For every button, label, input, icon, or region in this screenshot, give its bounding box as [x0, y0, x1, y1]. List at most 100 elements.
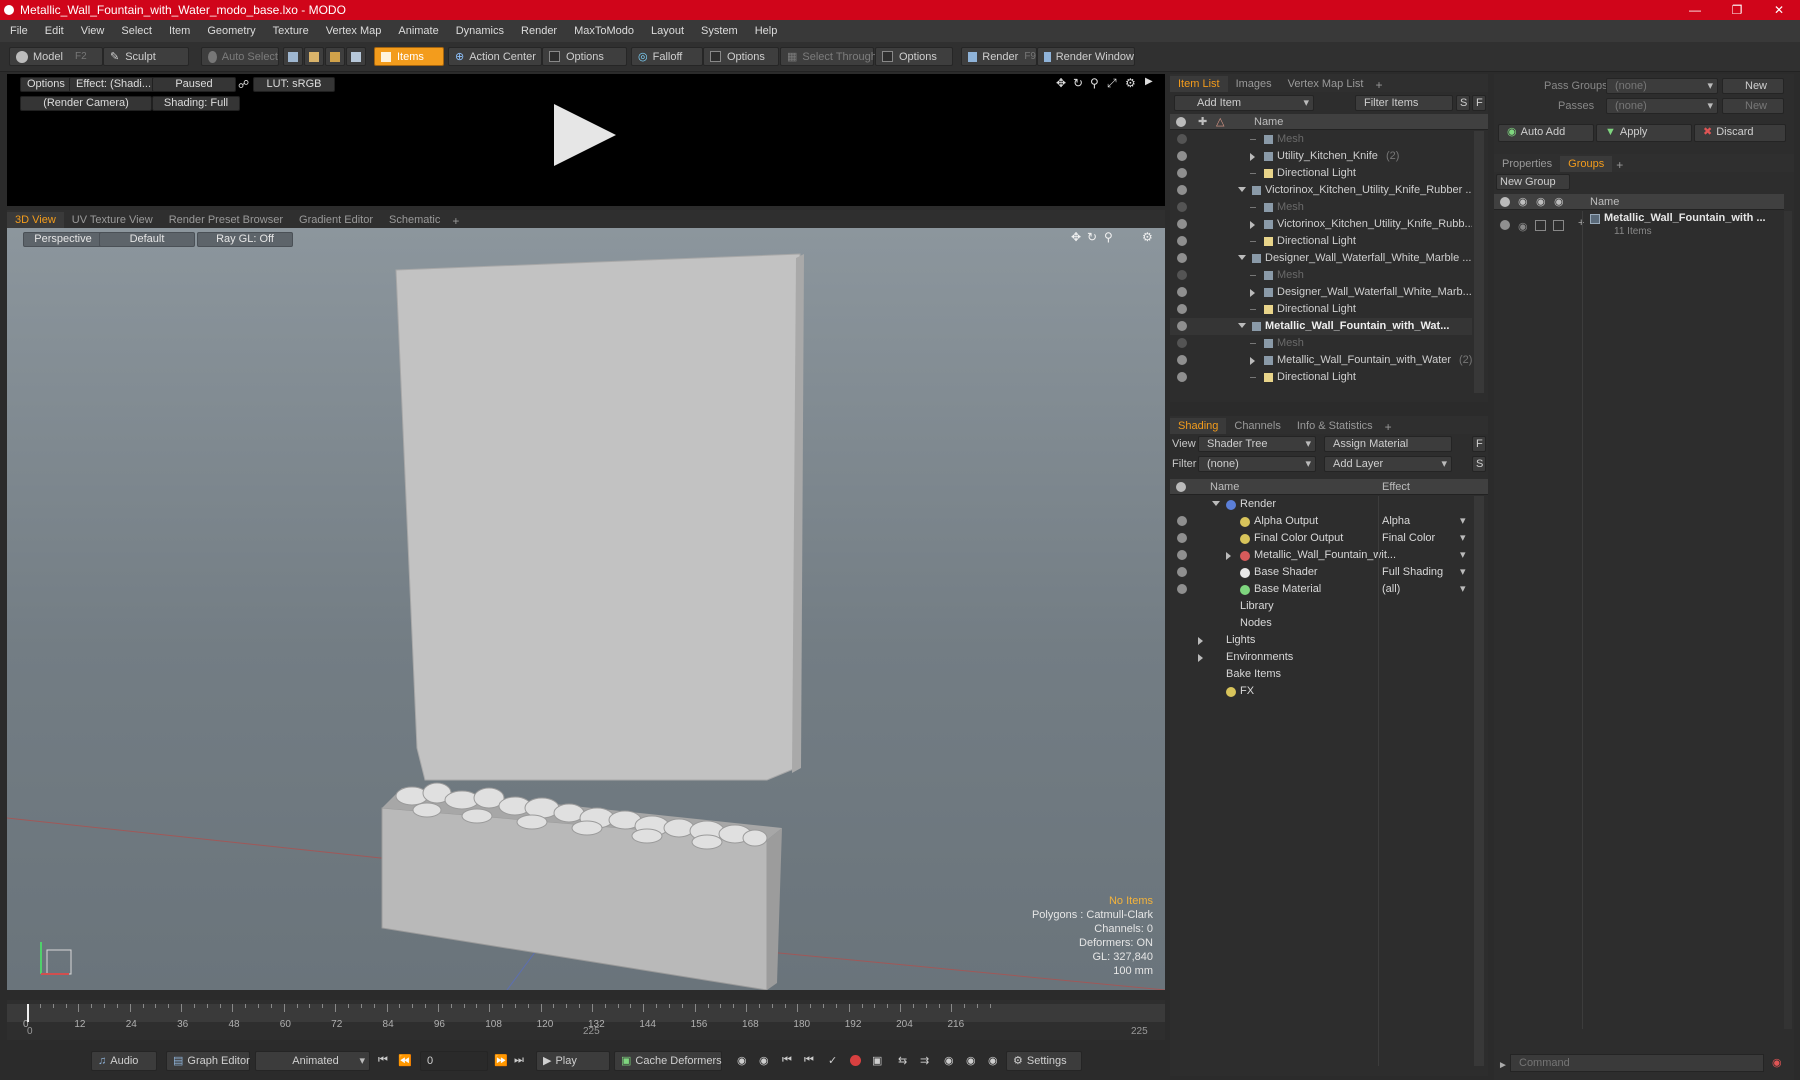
timeline[interactable]: 0 12 24 36 48 60 72 84 96 108 120 132 144 156 168 180 19…: [7, 1000, 1165, 1040]
render-window-button[interactable]: Render Window: [1037, 47, 1135, 66]
visibility-eye-icon[interactable]: [1177, 185, 1187, 195]
effect-dropdown-arrow-icon[interactable]: ▾: [1460, 581, 1466, 598]
loop-icon[interactable]: ⇆: [898, 1054, 907, 1067]
refresh-icon[interactable]: ↻: [1073, 76, 1083, 90]
visibility-eye-icon[interactable]: [1177, 134, 1187, 144]
expand-right-icon[interactable]: [1250, 221, 1255, 229]
discard-button[interactable]: ✖ Discard: [1694, 124, 1786, 142]
passes-dropdown[interactable]: (none) ▾: [1606, 98, 1718, 114]
visibility-eye-icon[interactable]: [1177, 168, 1187, 178]
keyframe-remove-icon[interactable]: ◉: [966, 1054, 976, 1067]
animated-dropdown[interactable]: Animated ▾: [255, 1051, 370, 1071]
tab-uv-texture-view[interactable]: UV Texture View: [64, 212, 161, 228]
pan-icon[interactable]: ✥: [1056, 76, 1066, 90]
new-pass-group-button[interactable]: New: [1722, 78, 1784, 94]
polygon-mode-button[interactable]: [325, 47, 345, 66]
tab-render-preset-browser[interactable]: Render Preset Browser: [161, 212, 291, 228]
group-render-checkbox[interactable]: ◉: [1518, 220, 1528, 233]
audio-button[interactable]: ♫ Audio: [91, 1051, 157, 1071]
add-layer-dropdown[interactable]: Add Layer ▾: [1324, 456, 1452, 472]
table-row[interactable]: Bake Items: [1170, 666, 1472, 683]
key-all-icon[interactable]: ◉: [759, 1054, 769, 1067]
edge-mode-button[interactable]: [304, 47, 324, 66]
list-item[interactable]: Mesh: [1170, 131, 1472, 148]
effect-dropdown-arrow-icon[interactable]: ▾: [1460, 530, 1466, 547]
zoom-icon[interactable]: ⚲: [1090, 76, 1099, 90]
gear-icon[interactable]: ⚙: [1125, 76, 1136, 90]
visibility-eye-icon[interactable]: [1177, 550, 1187, 560]
list-item[interactable]: Utility_Kitchen_Knife (2): [1170, 148, 1472, 165]
record-icon[interactable]: [850, 1055, 861, 1066]
menu-help[interactable]: Help: [755, 25, 778, 37]
prev-frame-icon[interactable]: ⏪: [398, 1054, 412, 1067]
render-camera-dropdown[interactable]: (Render Camera): [20, 96, 152, 111]
go-start-icon[interactable]: ⏮: [378, 1054, 388, 1067]
render-button[interactable]: Render F9: [961, 47, 1037, 66]
frame-field[interactable]: 0: [420, 1051, 488, 1071]
select-through-options-button[interactable]: Options: [875, 47, 953, 66]
menu-system[interactable]: System: [701, 25, 738, 37]
group-visibility-icon[interactable]: [1500, 220, 1510, 230]
step-icon[interactable]: ⇉: [920, 1054, 929, 1067]
visibility-eye-icon[interactable]: [1177, 236, 1187, 246]
effect-value[interactable]: Alpha: [1382, 513, 1410, 530]
assign-material-button[interactable]: Assign Material: [1324, 436, 1452, 452]
tab-groups[interactable]: Groups: [1560, 156, 1613, 172]
visibility-eye-icon[interactable]: [1177, 372, 1187, 382]
list-item[interactable]: Designer_Wall_Waterfall_White_Marble ...: [1170, 250, 1472, 267]
expand-down-icon[interactable]: [1238, 323, 1246, 328]
add-tab-icon[interactable]: +: [1385, 420, 1392, 434]
raygl-dropdown[interactable]: Ray GL: Off: [197, 232, 293, 247]
menu-geometry[interactable]: Geometry: [207, 25, 255, 37]
go-end-icon[interactable]: ⏭: [514, 1054, 524, 1067]
list-item[interactable]: Victorinox_Kitchen_Utility_Knife_Rubb...: [1170, 216, 1472, 233]
visibility-eye-icon[interactable]: [1177, 567, 1187, 577]
fit-icon[interactable]: ⤢: [1107, 76, 1117, 91]
menu-maxtomodo[interactable]: MaxToModo: [574, 25, 634, 37]
add-tab-icon[interactable]: +: [452, 214, 459, 228]
group-lock-checkbox[interactable]: [1535, 220, 1546, 231]
filter-s-button[interactable]: S: [1456, 95, 1470, 111]
menu-texture[interactable]: Texture: [273, 25, 309, 37]
filter-f-button[interactable]: F: [1472, 95, 1486, 111]
table-row[interactable]: Alpha Output Alpha ▾: [1170, 513, 1472, 530]
tab-images[interactable]: Images: [1228, 76, 1280, 92]
expand-down-icon[interactable]: [1212, 501, 1220, 506]
zoom-icon[interactable]: ⚲: [1104, 230, 1113, 244]
play-icon[interactable]: [554, 104, 616, 166]
tab-info-statistics[interactable]: Info & Statistics: [1289, 418, 1381, 434]
visibility-eye-icon[interactable]: [1177, 338, 1187, 348]
menu-vertex-map[interactable]: Vertex Map: [326, 25, 382, 37]
cache-deformers-button[interactable]: ▣ Cache Deformers: [614, 1051, 722, 1071]
expand-right-icon[interactable]: [1198, 637, 1203, 645]
menu-render[interactable]: Render: [521, 25, 557, 37]
list-item[interactable]: Victorinox_Kitchen_Utility_Knife_Rubber …: [1170, 182, 1472, 199]
menu-edit[interactable]: Edit: [45, 25, 64, 37]
falloff-button[interactable]: ◎ Falloff: [631, 47, 703, 66]
table-row[interactable]: Metallic_Wall_Fountain_wit... ▾: [1170, 547, 1472, 564]
preview-paused-toggle[interactable]: Paused: [152, 77, 236, 92]
tab-gradient-editor[interactable]: Gradient Editor: [291, 212, 381, 228]
keyframe-add-icon[interactable]: ◉: [944, 1054, 954, 1067]
tab-vertex-map-list[interactable]: Vertex Map List: [1280, 76, 1372, 92]
table-row[interactable]: Lights: [1170, 632, 1472, 649]
list-item[interactable]: Mesh: [1170, 199, 1472, 216]
visibility-eye-icon[interactable]: [1177, 584, 1187, 594]
next-key-icon[interactable]: ⏮: [804, 1054, 814, 1067]
command-history-icon[interactable]: ◉: [1772, 1056, 1782, 1069]
sculpt-mode-button[interactable]: ✎ Sculpt: [103, 47, 189, 66]
playhead[interactable]: [27, 1004, 29, 1022]
tab-properties[interactable]: Properties: [1494, 156, 1560, 172]
prev-key-icon[interactable]: ⏮: [782, 1054, 792, 1067]
gear-icon[interactable]: ⚙: [1142, 230, 1153, 244]
visibility-eye-icon[interactable]: [1177, 287, 1187, 297]
play-button[interactable]: ▶ Play: [536, 1051, 610, 1071]
add-tab-icon[interactable]: +: [1375, 78, 1382, 92]
visibility-eye-icon[interactable]: [1177, 219, 1187, 229]
effect-value[interactable]: (all): [1382, 581, 1400, 598]
new-pass-button[interactable]: New: [1722, 98, 1784, 114]
default-style-dropdown[interactable]: Default: [99, 232, 195, 247]
list-item[interactable]: Metallic_Wall_Fountain_with_Wat...: [1170, 318, 1472, 335]
menu-view[interactable]: View: [81, 25, 105, 37]
table-row[interactable]: Base Shader Full Shading ▾: [1170, 564, 1472, 581]
